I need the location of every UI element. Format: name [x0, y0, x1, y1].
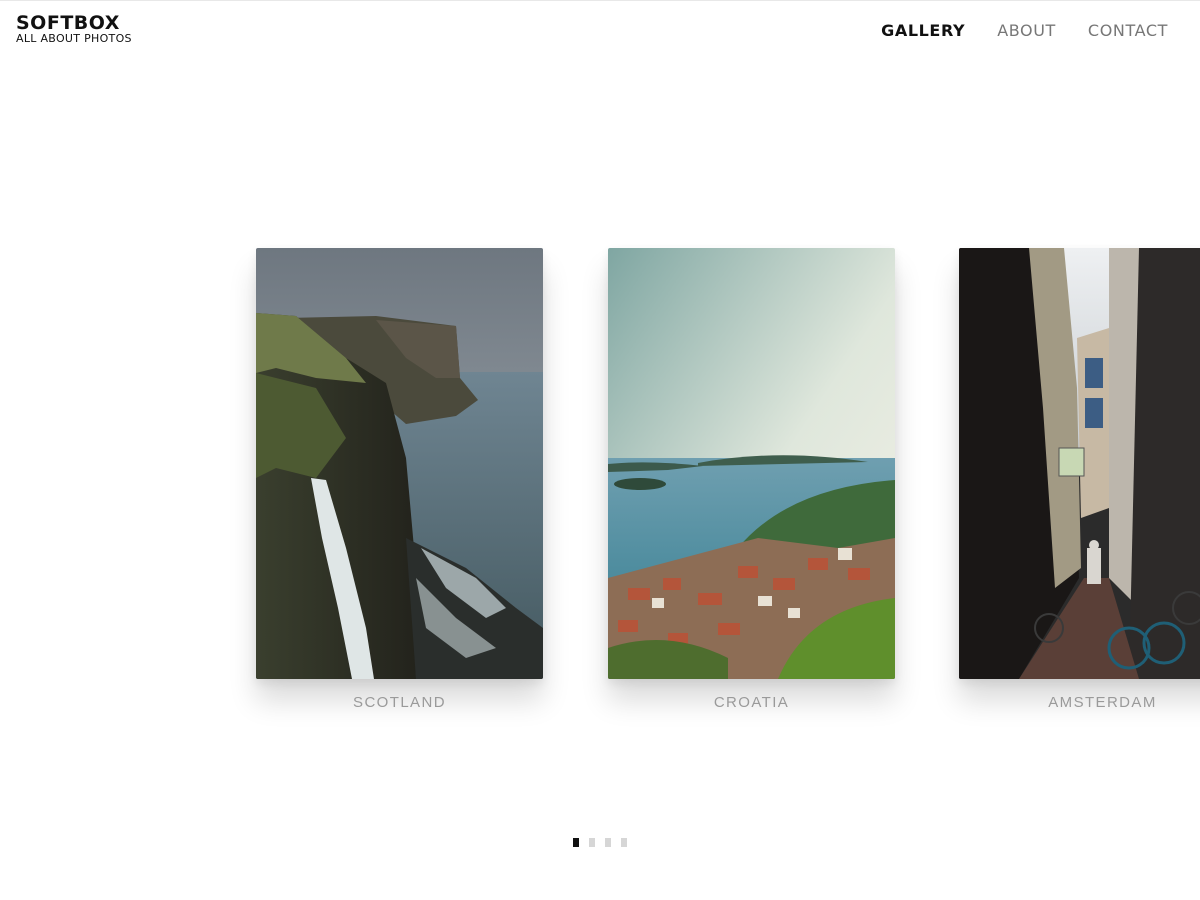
sea-cliff-waterfall-photo — [256, 248, 543, 679]
narrow-alley-bicycles-photo — [959, 248, 1200, 679]
gallery-card-croatia[interactable]: CROATIA — [608, 248, 895, 711]
page: SOFTBOX ALL ABOUT PHOTOS GALLERY ABOUT C… — [0, 0, 1200, 900]
coastal-town-harbor-photo — [608, 248, 895, 679]
card-caption: AMSTERDAM — [1048, 694, 1157, 711]
gallery-card-scotland[interactable]: SCOTLAND — [256, 248, 543, 711]
pagination-dot-3[interactable] — [605, 838, 611, 847]
pagination-dot-4[interactable] — [621, 838, 627, 847]
card-caption: SCOTLAND — [353, 694, 446, 711]
gallery-card-amsterdam[interactable]: AMSTERDAM — [959, 248, 1200, 711]
carousel-pagination — [573, 838, 637, 847]
card-caption: CROATIA — [713, 694, 790, 711]
gallery-carousel: SCOTLAND CROATIA AMSTERDAM — [0, 1, 1200, 900]
pagination-dot-2[interactable] — [589, 838, 595, 847]
pagination-dot-1[interactable] — [573, 838, 579, 847]
